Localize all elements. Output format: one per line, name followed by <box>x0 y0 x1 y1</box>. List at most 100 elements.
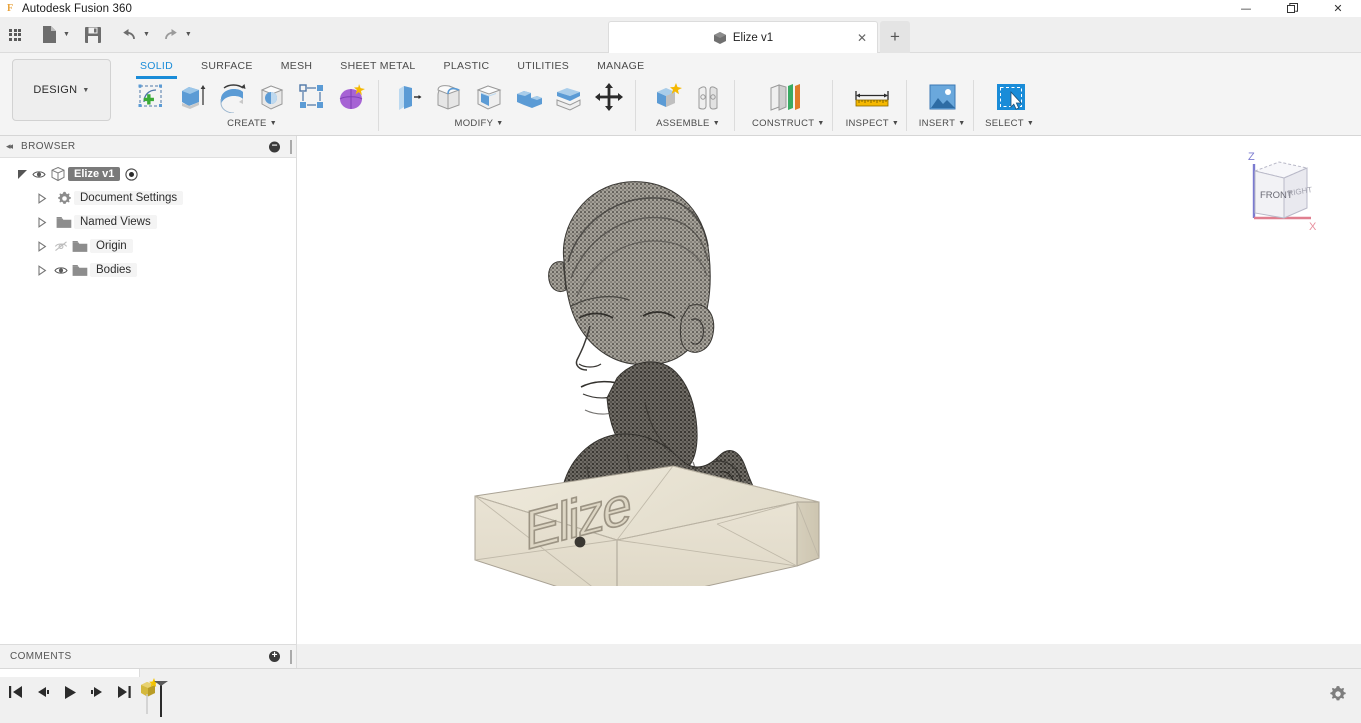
tree-item-named-views[interactable]: Named Views <box>0 210 296 234</box>
axis-label-x: X <box>1309 221 1317 233</box>
tree-item-label: Document Settings <box>74 191 184 205</box>
browser-tree: Elize v1 Document Settings Named Views O… <box>0 158 296 282</box>
comments-title: COMMENTS <box>10 651 72 662</box>
expand-arrow-icon[interactable] <box>34 234 50 258</box>
view-cube[interactable]: Z X FRONT RIGHT <box>1235 146 1325 236</box>
create-sketch-icon[interactable] <box>133 78 171 116</box>
step-forward-button[interactable] <box>87 681 107 703</box>
close-button[interactable]: ✕ <box>1315 0 1361 17</box>
eye-hidden-icon[interactable] <box>52 234 70 258</box>
play-button[interactable] <box>60 681 80 703</box>
tree-item-bodies[interactable]: Bodies <box>0 258 296 282</box>
shell-icon[interactable] <box>470 78 508 116</box>
press-pull-icon[interactable] <box>390 78 428 116</box>
undo-button[interactable]: ▼ <box>116 22 150 48</box>
eye-visible-icon[interactable] <box>52 258 70 282</box>
tree-item-origin[interactable]: Origin <box>0 234 296 258</box>
eye-visible-icon[interactable] <box>30 162 48 186</box>
workspace-label: DESIGN <box>33 84 78 96</box>
timeline-playback-controls <box>6 681 134 703</box>
panel-modify-label[interactable]: MODIFY ▼ <box>455 118 504 129</box>
panel-assemble-label[interactable]: ASSEMBLE ▼ <box>656 118 720 129</box>
browser-header: ◂◂ BROWSER − <box>0 136 296 158</box>
go-to-end-button[interactable] <box>114 681 134 703</box>
new-file-icon <box>36 22 62 48</box>
panel-label-text: INSERT <box>918 118 956 129</box>
joint-icon[interactable] <box>689 78 727 116</box>
panel-select: SELECT ▼ <box>973 77 1041 135</box>
select-window-icon[interactable] <box>986 78 1034 116</box>
component-cube-icon <box>713 31 726 44</box>
ribbon: DESIGN ▼ SOLID SURFACE MESH SHEET METAL … <box>0 53 1361 136</box>
expand-arrow-icon[interactable] <box>34 210 50 234</box>
folder-icon <box>70 234 90 258</box>
tab-solid[interactable]: SOLID <box>126 56 187 79</box>
panel-insert-label[interactable]: INSERT ▼ <box>919 118 966 129</box>
new-file-button[interactable]: ▼ <box>36 22 70 48</box>
document-tab-elize[interactable]: Elize v1 ✕ <box>608 21 878 53</box>
save-icon[interactable] <box>80 22 106 48</box>
tab-mesh[interactable]: MESH <box>267 56 327 76</box>
redo-button[interactable]: ▼ <box>158 22 192 48</box>
model-elize-bust[interactable]: Elize <box>467 166 827 607</box>
panel-insert: INSERT ▼ <box>906 77 973 135</box>
panel-resize-grip[interactable] <box>290 140 292 154</box>
split-face-icon[interactable] <box>550 78 588 116</box>
folder-icon <box>70 258 90 282</box>
new-component-icon[interactable] <box>649 78 687 116</box>
step-back-button[interactable] <box>33 681 53 703</box>
chevron-down-icon: ▼ <box>817 120 825 127</box>
sweep-icon[interactable] <box>253 78 291 116</box>
offset-plane-icon[interactable] <box>762 78 814 116</box>
expand-arrow-icon[interactable] <box>34 186 50 210</box>
maximize-button[interactable] <box>1269 0 1315 17</box>
panel-label-text: ASSEMBLE <box>656 118 710 129</box>
app-grid-icon[interactable] <box>2 22 28 48</box>
tab-sheet-metal[interactable]: SHEET METAL <box>326 56 429 76</box>
gear-icon <box>54 186 74 210</box>
viewport-canvas[interactable]: Elize Z X FRONT RIGHT <box>297 136 1361 644</box>
panel-assemble: ASSEMBLE ▼ <box>635 77 734 135</box>
panel-label-text: CREATE <box>227 118 267 129</box>
workspace-selector[interactable]: DESIGN ▼ <box>12 59 111 121</box>
tree-item-document-settings[interactable]: Document Settings <box>0 186 296 210</box>
chevron-down-icon: ▼ <box>1026 120 1035 127</box>
extrude-icon[interactable] <box>173 78 211 116</box>
tab-utilities[interactable]: UTILITIES <box>503 56 583 76</box>
tree-item-elize[interactable]: Elize v1 <box>0 162 296 186</box>
chevron-down-icon: ▼ <box>958 120 966 127</box>
collapse-panel-icon[interactable]: ◂◂ <box>6 141 13 152</box>
add-comment-button[interactable]: + <box>269 651 280 662</box>
timeline-feature-mesh[interactable] <box>138 677 172 717</box>
chevron-down-icon: ▼ <box>269 120 277 127</box>
browser-minus-badge[interactable]: − <box>269 141 280 152</box>
panel-construct-label[interactable]: CONSTRUCT ▼ <box>752 118 825 129</box>
new-tab-button[interactable]: + <box>880 21 910 53</box>
panel-inspect-label[interactable]: INSPECT ▼ <box>846 118 900 129</box>
tab-surface[interactable]: SURFACE <box>187 56 267 76</box>
insert-image-icon[interactable] <box>918 78 966 116</box>
panel-select-label[interactable]: SELECT ▼ <box>985 118 1034 129</box>
timeline-settings-button[interactable] <box>1329 685 1349 705</box>
expand-arrow-icon[interactable] <box>34 258 50 282</box>
radio-selected-icon[interactable] <box>123 162 139 186</box>
tab-manage[interactable]: MANAGE <box>583 56 658 76</box>
expand-arrow-icon[interactable] <box>14 162 30 186</box>
pattern-icon[interactable] <box>293 78 331 116</box>
panel-create-label[interactable]: CREATE ▼ <box>227 118 277 129</box>
measure-icon[interactable] <box>846 78 898 116</box>
browser-title: BROWSER <box>21 141 76 152</box>
revolve-icon[interactable] <box>213 78 251 116</box>
panel-resize-grip[interactable] <box>290 649 292 664</box>
combine-icon[interactable] <box>510 78 548 116</box>
minimize-button[interactable]: — <box>1223 0 1269 17</box>
tab-plastic[interactable]: PLASTIC <box>430 56 504 76</box>
fillet-icon[interactable] <box>430 78 468 116</box>
form-icon[interactable] <box>333 78 371 116</box>
close-icon[interactable]: ✕ <box>857 32 867 44</box>
comments-panel[interactable]: COMMENTS + <box>0 644 297 668</box>
chevron-down-icon: ▼ <box>496 120 504 127</box>
move-copy-icon[interactable] <box>590 78 628 116</box>
go-to-beginning-button[interactable] <box>6 681 26 703</box>
axis-label-z: Z <box>1248 151 1255 163</box>
